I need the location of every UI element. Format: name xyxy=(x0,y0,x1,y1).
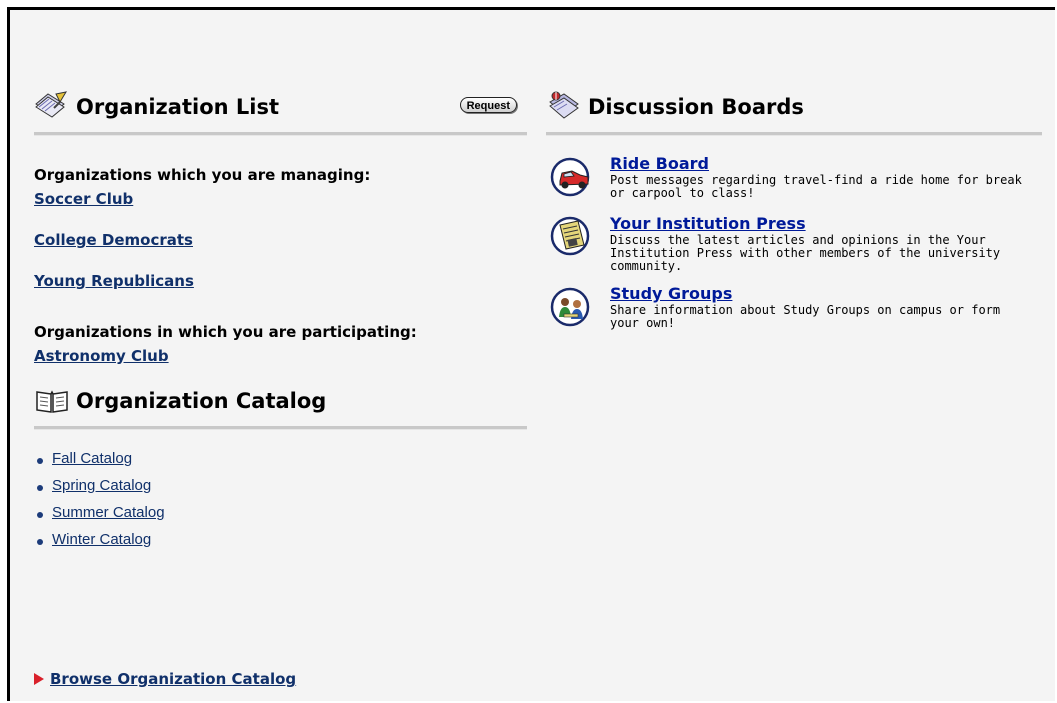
browse-catalog: Browse Organization Catalog xyxy=(34,670,296,689)
board-link-ride-board[interactable]: Ride Board xyxy=(610,155,709,172)
catalog-title: Organization Catalog xyxy=(76,389,327,413)
board-text: Study Groups Share information about Stu… xyxy=(610,285,1030,330)
catalog-list: Fall Catalog Spring Catalog Summer Catal… xyxy=(34,450,527,558)
study-group-icon xyxy=(550,287,590,327)
board-text: Ride Board Post messages regarding trave… xyxy=(610,155,1030,200)
board-row-study-groups: Study Groups Share information about Stu… xyxy=(546,285,1042,345)
list-item: Spring Catalog xyxy=(34,477,527,504)
participating-label: Organizations in which you are participa… xyxy=(34,323,417,341)
arrow-right-icon xyxy=(34,673,44,685)
list-item: Winter Catalog xyxy=(34,531,527,558)
catalog-link-fall[interactable]: Fall Catalog xyxy=(52,450,132,467)
board-link-institution-press[interactable]: Your Institution Press xyxy=(610,215,806,232)
open-book-icon xyxy=(34,384,70,416)
org-link-young-republicans[interactable]: Young Republicans xyxy=(34,272,194,290)
bullet-icon xyxy=(37,539,43,545)
catalog-link-summer[interactable]: Summer Catalog xyxy=(52,504,165,521)
board-row-press: Your Institution Press Discuss the lates… xyxy=(546,215,1042,285)
bullet-icon xyxy=(37,485,43,491)
org-list-header: Organization List Request xyxy=(34,90,527,126)
newspaper-icon xyxy=(550,215,590,256)
request-button[interactable]: Request xyxy=(459,97,517,113)
organization-list-icon xyxy=(34,90,70,122)
boards-title: Discussion Boards xyxy=(588,95,804,119)
catalog-link-winter[interactable]: Winter Catalog xyxy=(52,531,151,548)
divider xyxy=(546,132,1042,136)
org-link-astronomy-club[interactable]: Astronomy Club xyxy=(34,347,169,365)
board-link-study-groups[interactable]: Study Groups xyxy=(610,285,732,302)
list-item: Summer Catalog xyxy=(34,504,527,531)
managing-label: Organizations which you are managing: xyxy=(34,166,371,184)
org-link-soccer-club[interactable]: Soccer Club xyxy=(34,190,133,208)
browse-catalog-link[interactable]: Browse Organization Catalog xyxy=(50,670,296,688)
divider xyxy=(34,132,527,136)
board-description: Share information about Study Groups on … xyxy=(610,303,1001,330)
right-column: Discussion Boards Ride Board Post messag… xyxy=(546,90,1042,345)
bullet-icon xyxy=(37,458,43,464)
board-text: Your Institution Press Discuss the lates… xyxy=(610,215,1030,273)
page-frame: Organization List Request Organizations … xyxy=(7,7,1055,701)
list-item: Fall Catalog xyxy=(34,450,527,477)
catalog-header: Organization Catalog xyxy=(34,384,527,420)
catalog-link-spring[interactable]: Spring Catalog xyxy=(52,477,151,494)
car-icon xyxy=(550,157,590,197)
org-link-college-democrats[interactable]: College Democrats xyxy=(34,231,193,249)
bullet-icon xyxy=(37,512,43,518)
boards-header: Discussion Boards xyxy=(546,90,1042,126)
board-description: Discuss the latest articles and opinions… xyxy=(610,233,1001,273)
org-list-title: Organization List xyxy=(76,95,279,119)
board-row-ride: Ride Board Post messages regarding trave… xyxy=(546,155,1042,215)
left-column: Organization List Request Organizations … xyxy=(34,90,527,558)
discussion-board-icon xyxy=(546,90,582,122)
board-description: Post messages regarding travel-find a ri… xyxy=(610,173,1022,200)
divider xyxy=(34,426,527,430)
